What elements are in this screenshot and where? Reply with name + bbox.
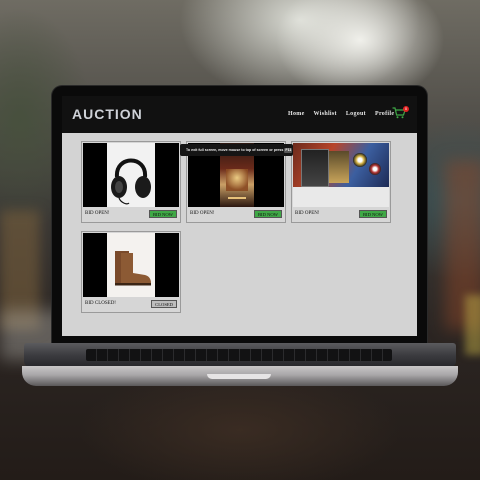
closed-button[interactable]: CLOSED <box>151 300 177 308</box>
bid-now-button[interactable]: BID NOW <box>148 210 177 218</box>
fullscreen-notice: To exit full screen, move mouse to top o… <box>180 144 293 156</box>
bid-status: BID OPEN! <box>85 211 110 216</box>
fullscreen-notice-text: To exit full screen, move mouse to top o… <box>186 148 284 152</box>
navbar: AUCTION Home Wishlist Logout Profile 0 <box>62 96 417 133</box>
auction-card[interactable]: BID OPEN! BID NOW <box>291 141 391 223</box>
bid-status: BID OPEN! <box>295 211 320 216</box>
cart-count-badge: 0 <box>403 106 409 112</box>
brand-logo[interactable]: AUCTION <box>72 106 143 122</box>
f11-key: F11 <box>284 148 293 153</box>
nav-home[interactable]: Home <box>288 111 305 117</box>
laptop-opening-notch <box>207 374 271 379</box>
auction-card[interactable]: BID OPEN! BID NOW <box>81 141 181 223</box>
background-lamp <box>465 295 480 355</box>
video-game-box-image <box>293 143 389 207</box>
laptop-screen: AUCTION Home Wishlist Logout Profile 0 B… <box>62 96 417 336</box>
auction-grid: BID OPEN! BID NOW BID OPEN! BID NOW BID … <box>62 133 417 336</box>
bid-status: BID CLOSED! <box>85 301 116 306</box>
bid-now-button[interactable]: BID NOW <box>253 210 282 218</box>
headphones-image <box>83 143 179 207</box>
brown-boots-image <box>83 233 179 297</box>
laptop-keyboard <box>86 349 392 361</box>
bid-now-button[interactable]: BID NOW <box>358 210 387 218</box>
auction-card[interactable]: BID CLOSED! CLOSED <box>81 231 181 313</box>
nav-logout[interactable]: Logout <box>346 111 366 117</box>
nav-wishlist[interactable]: Wishlist <box>314 111 337 117</box>
bid-status: BID OPEN! <box>190 211 215 216</box>
nav-menu: Home Wishlist Logout Profile <box>288 111 394 117</box>
